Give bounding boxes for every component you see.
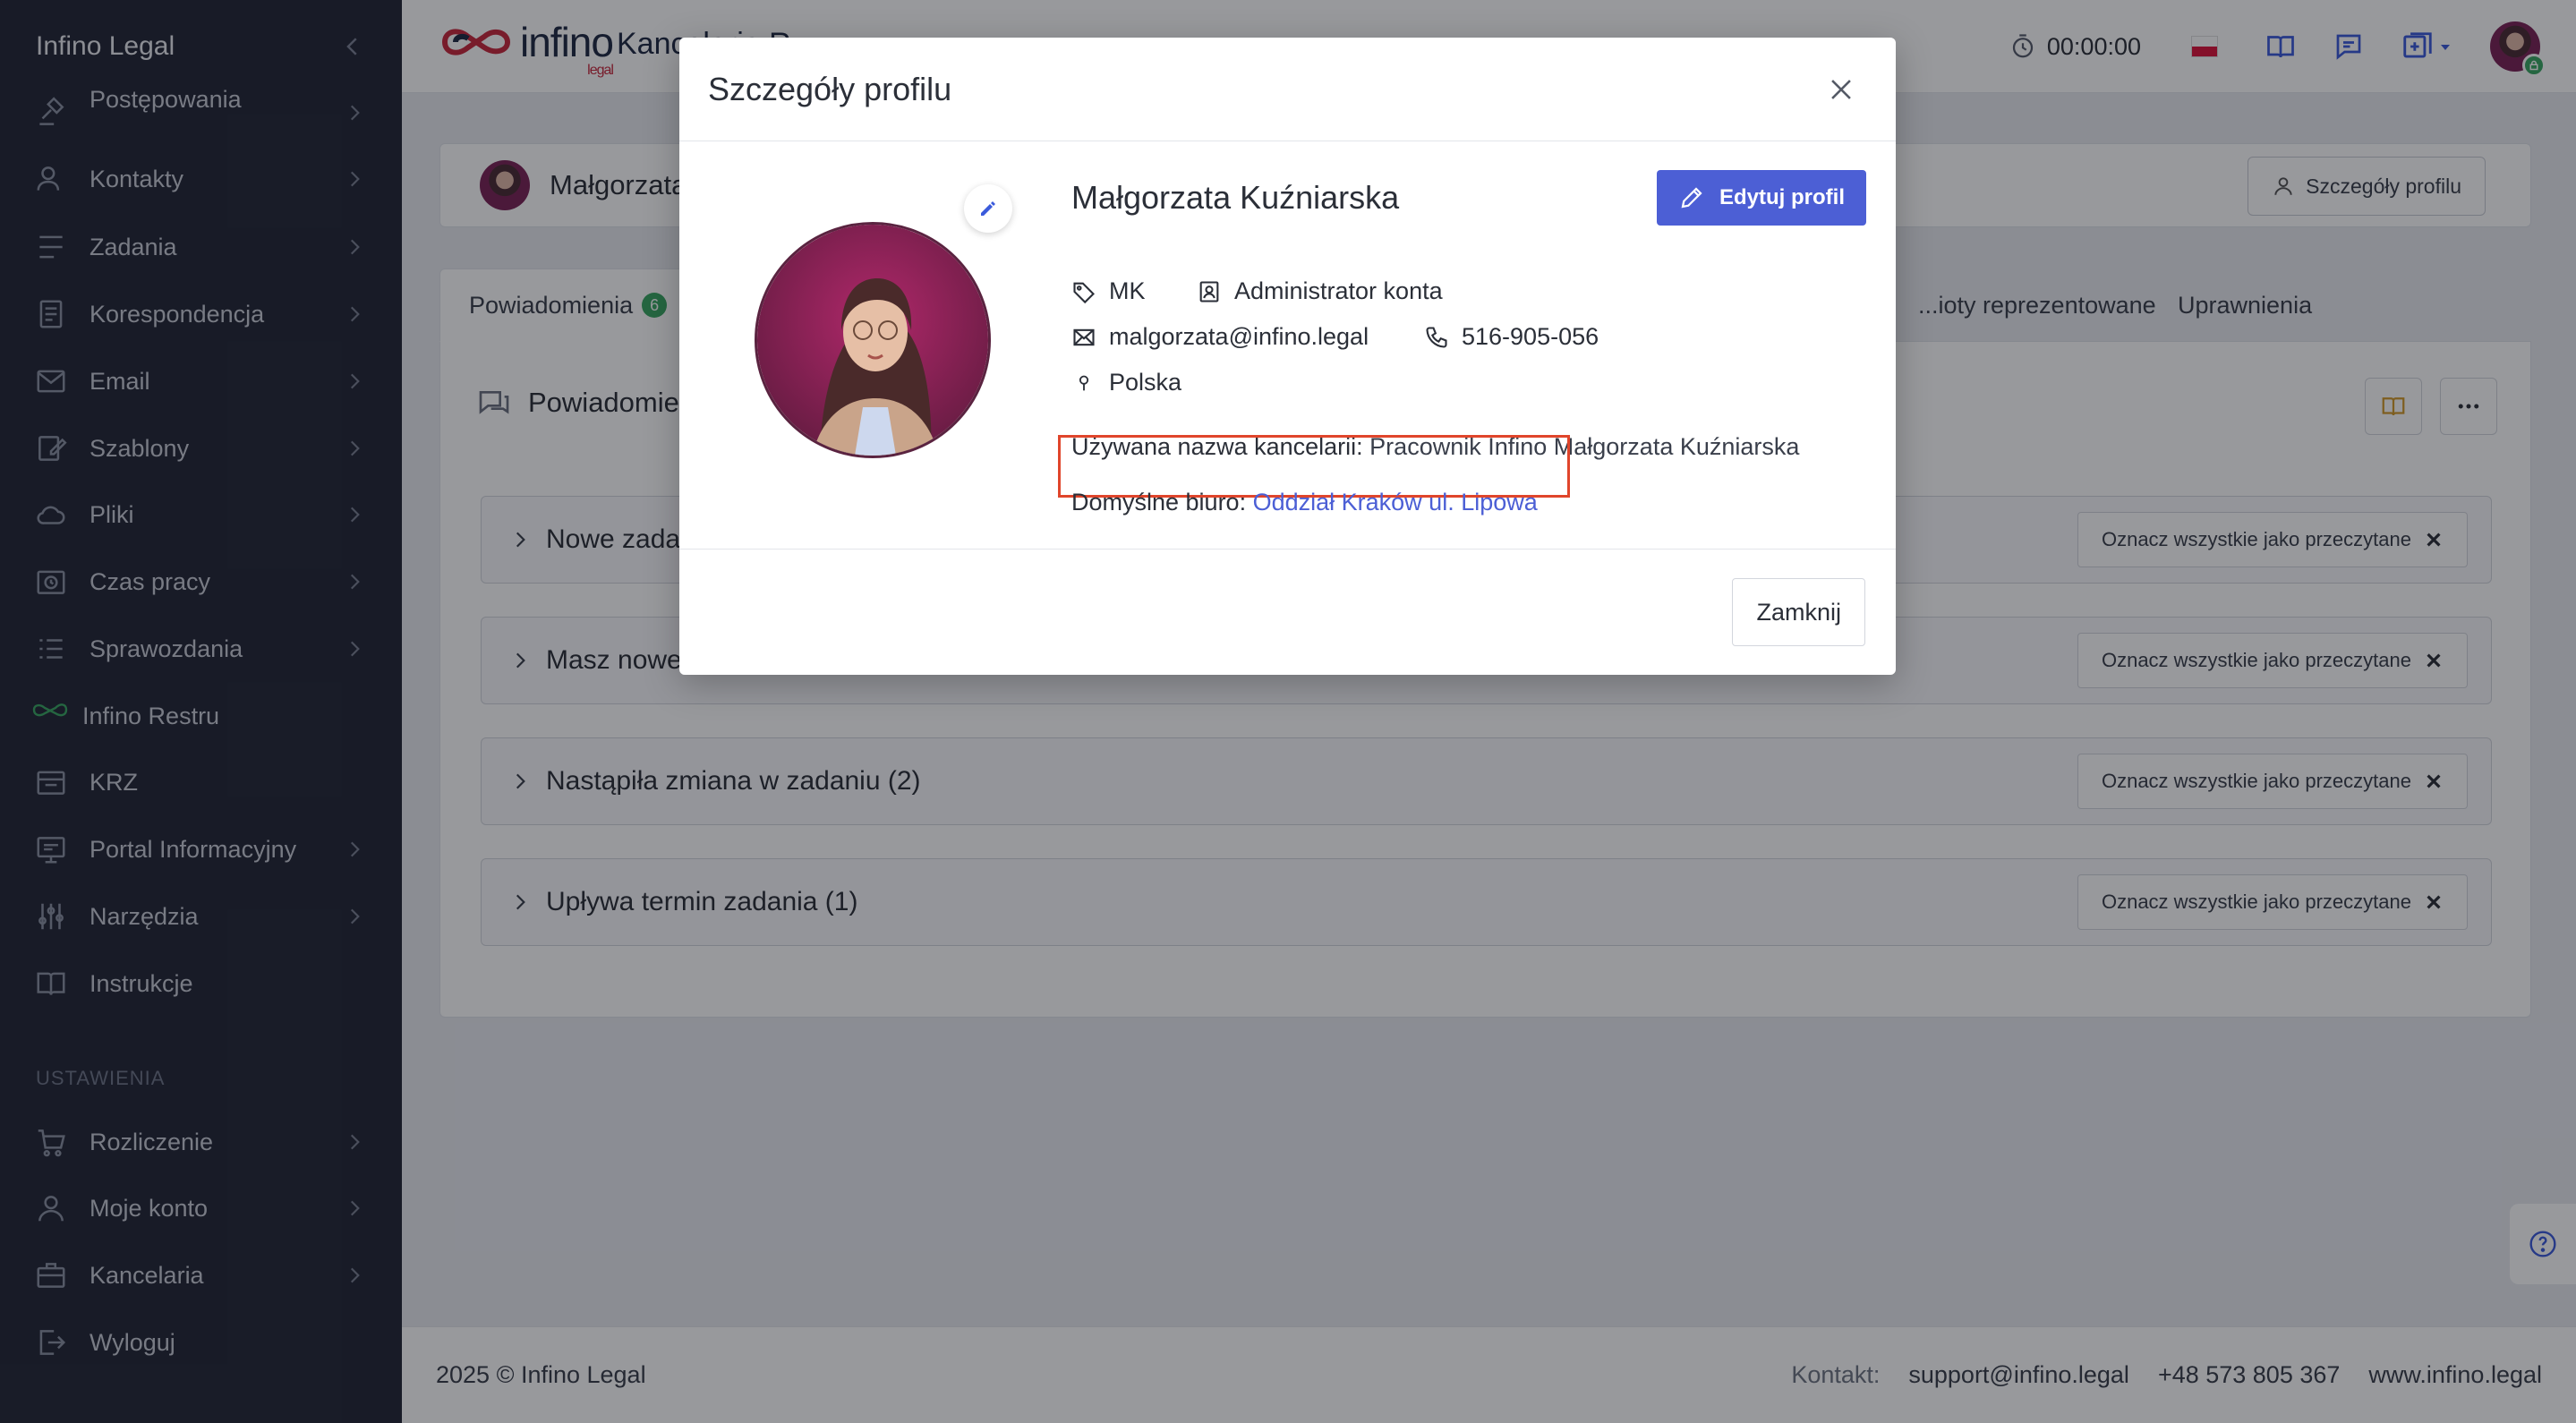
default-office-link[interactable]: Oddział Kraków ul. Lipowa bbox=[1253, 489, 1538, 516]
email-value: malgorzata@infino.legal bbox=[1109, 323, 1369, 350]
initials-value: MK bbox=[1109, 277, 1146, 304]
role-value: Administrator konta bbox=[1234, 277, 1443, 304]
modal-header: Szczegóły profilu bbox=[679, 38, 1896, 141]
envelope-icon bbox=[1071, 325, 1096, 350]
default-office-label: Domyślne biuro: bbox=[1071, 489, 1247, 516]
profile-country: Polska bbox=[1071, 369, 1181, 396]
pencil-icon bbox=[1678, 184, 1705, 211]
edit-profile-button[interactable]: Edytuj profil bbox=[1657, 170, 1866, 226]
location-pin-icon bbox=[1075, 374, 1093, 392]
profile-details-modal: Szczegóły profilu Małgorzata Kuźniarska … bbox=[679, 38, 1896, 675]
phone-icon bbox=[1424, 325, 1449, 350]
id-badge-icon bbox=[1197, 279, 1222, 304]
tag-icon bbox=[1071, 279, 1096, 304]
close-icon[interactable] bbox=[1826, 74, 1856, 105]
close-button[interactable]: Zamknij bbox=[1732, 578, 1865, 646]
edit-photo-button[interactable] bbox=[964, 184, 1012, 233]
profile-name: Małgorzata Kuźniarska bbox=[1071, 179, 1400, 216]
pencil-icon bbox=[977, 198, 999, 219]
profile-photo bbox=[755, 222, 991, 458]
country-value: Polska bbox=[1109, 369, 1182, 396]
profile-email[interactable]: malgorzata@infino.legal bbox=[1071, 323, 1369, 351]
default-office-row: Domyślne biuro: Oddział Kraków ul. Lipow… bbox=[1071, 489, 1538, 516]
modal-body: Małgorzata Kuźniarska Edytuj profil MK A… bbox=[679, 141, 1896, 550]
profile-initials: MK bbox=[1071, 277, 1146, 305]
edit-profile-label: Edytuj profil bbox=[1719, 185, 1845, 209]
profile-role: Administrator konta bbox=[1197, 277, 1443, 305]
profile-phone[interactable]: 516-905-056 bbox=[1424, 323, 1599, 351]
modal-title: Szczegóły profilu bbox=[708, 70, 952, 107]
phone-value: 516-905-056 bbox=[1462, 323, 1599, 350]
